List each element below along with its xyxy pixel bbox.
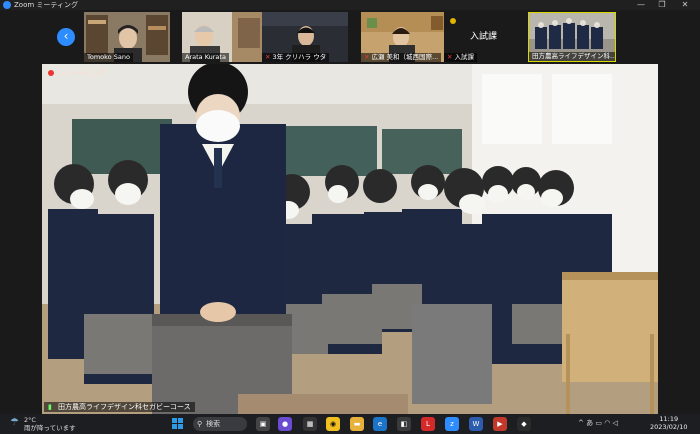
participant-tile-arata-kurata[interactable]: Arata Kurata [182,12,268,62]
participant-tile-active-speaker[interactable]: 田方農高ライフデザイン科... [528,12,616,62]
app-icon[interactable]: ◆ [517,417,531,431]
chrome-icon[interactable]: ◉ [326,417,340,431]
participant-name: Arata Kurata [182,53,229,62]
raised-hand-icon [450,18,456,24]
maximize-button[interactable]: ❐ [653,0,671,10]
rain-cloud-icon: ☂ [10,417,19,428]
muted-mic-icon: ✕ [447,53,453,61]
media-player-icon[interactable]: ▶ [493,417,507,431]
main-video: レコーディング ▮ 田方農高ライフデザイン科セガビーコース [42,64,658,414]
participant-text-label: 入試課 [470,32,498,42]
taskbar: ☂ 2°C 雨が降っています ⚲ 検索 ▣ ● ▦ ◉ ▬ e ◧ L z W ▶… [0,414,700,434]
taskbar-search[interactable]: ⚲ 検索 [193,417,247,431]
window-title: Zoom ミーティング [14,1,78,9]
previous-page-button[interactable]: ‹ [57,28,75,46]
chevron-up-icon[interactable]: ^ [578,419,584,427]
clock-date: 2023/02/10 [650,423,688,431]
recording-indicator: レコーディング [48,68,106,78]
clock[interactable]: 11:19 2023/02/10 [650,415,687,431]
windows-start-icon[interactable] [172,418,184,430]
participant-tile-hirose[interactable]: ✕ 広瀬 美和（城西国際... [361,12,447,62]
weather-description: 雨が降っています [24,424,76,432]
app-l-icon[interactable]: L [421,417,435,431]
clock-time: 11:19 [659,415,679,423]
participant-name: ✕ 広瀬 美和（城西国際... [361,53,442,62]
participant-name: ✕ 3年 クリハラ ウタ [262,53,330,62]
gallery-strip: ‹ Tomoko Sano Arata Kurata ✕ 3年 クリハラ ウタ … [0,10,700,64]
system-tray: ^ あ ▭ ◠ ◁ [578,418,618,428]
participant-name: ✕ 入試課 [444,53,477,62]
title-bar: Zoom ミーティング — ❐ ✕ [0,0,700,10]
participant-tile-tomoko-sano[interactable]: Tomoko Sano [84,12,170,62]
participant-tile-nyushika[interactable]: 入試課 ✕ 入試課 [444,12,530,62]
participant-name: Tomoko Sano [84,53,133,62]
participant-tile-kurihara[interactable]: ✕ 3年 クリハラ ウタ [262,12,348,62]
weather-widget[interactable]: ☂ 2°C 雨が降っています [10,416,76,432]
chat-icon[interactable]: ● [278,417,292,431]
word-icon[interactable]: W [469,417,483,431]
edge-icon[interactable]: e [373,417,387,431]
classroom-video-frame [42,64,658,414]
speaker-icon[interactable]: ◁ [613,419,618,427]
weather-temperature: 2°C [24,416,36,424]
muted-mic-icon: ✕ [364,53,370,61]
ime-indicator[interactable]: あ [586,419,593,427]
close-button[interactable]: ✕ [676,0,694,10]
participant-name: 田方農高ライフデザイン科... [529,52,615,61]
task-view-icon[interactable]: ▣ [256,417,270,431]
zoom-taskbar-icon[interactable]: z [445,417,459,431]
zoom-logo-icon [3,1,11,9]
widgets-icon[interactable]: ▦ [303,417,317,431]
signal-bars-icon: ▮ [48,403,52,411]
muted-mic-icon: ✕ [265,53,271,61]
wifi-icon[interactable]: ◠ [604,419,610,427]
file-explorer-icon[interactable]: ▬ [350,417,364,431]
battery-icon[interactable]: ▭ [595,419,602,427]
recording-dot-icon [48,70,54,76]
search-icon: ⚲ [197,420,203,428]
store-icon[interactable]: ◧ [397,417,411,431]
minimize-button[interactable]: — [632,0,650,10]
speaker-name-label: ▮ 田方農高ライフデザイン科セガビーコース [44,402,195,412]
